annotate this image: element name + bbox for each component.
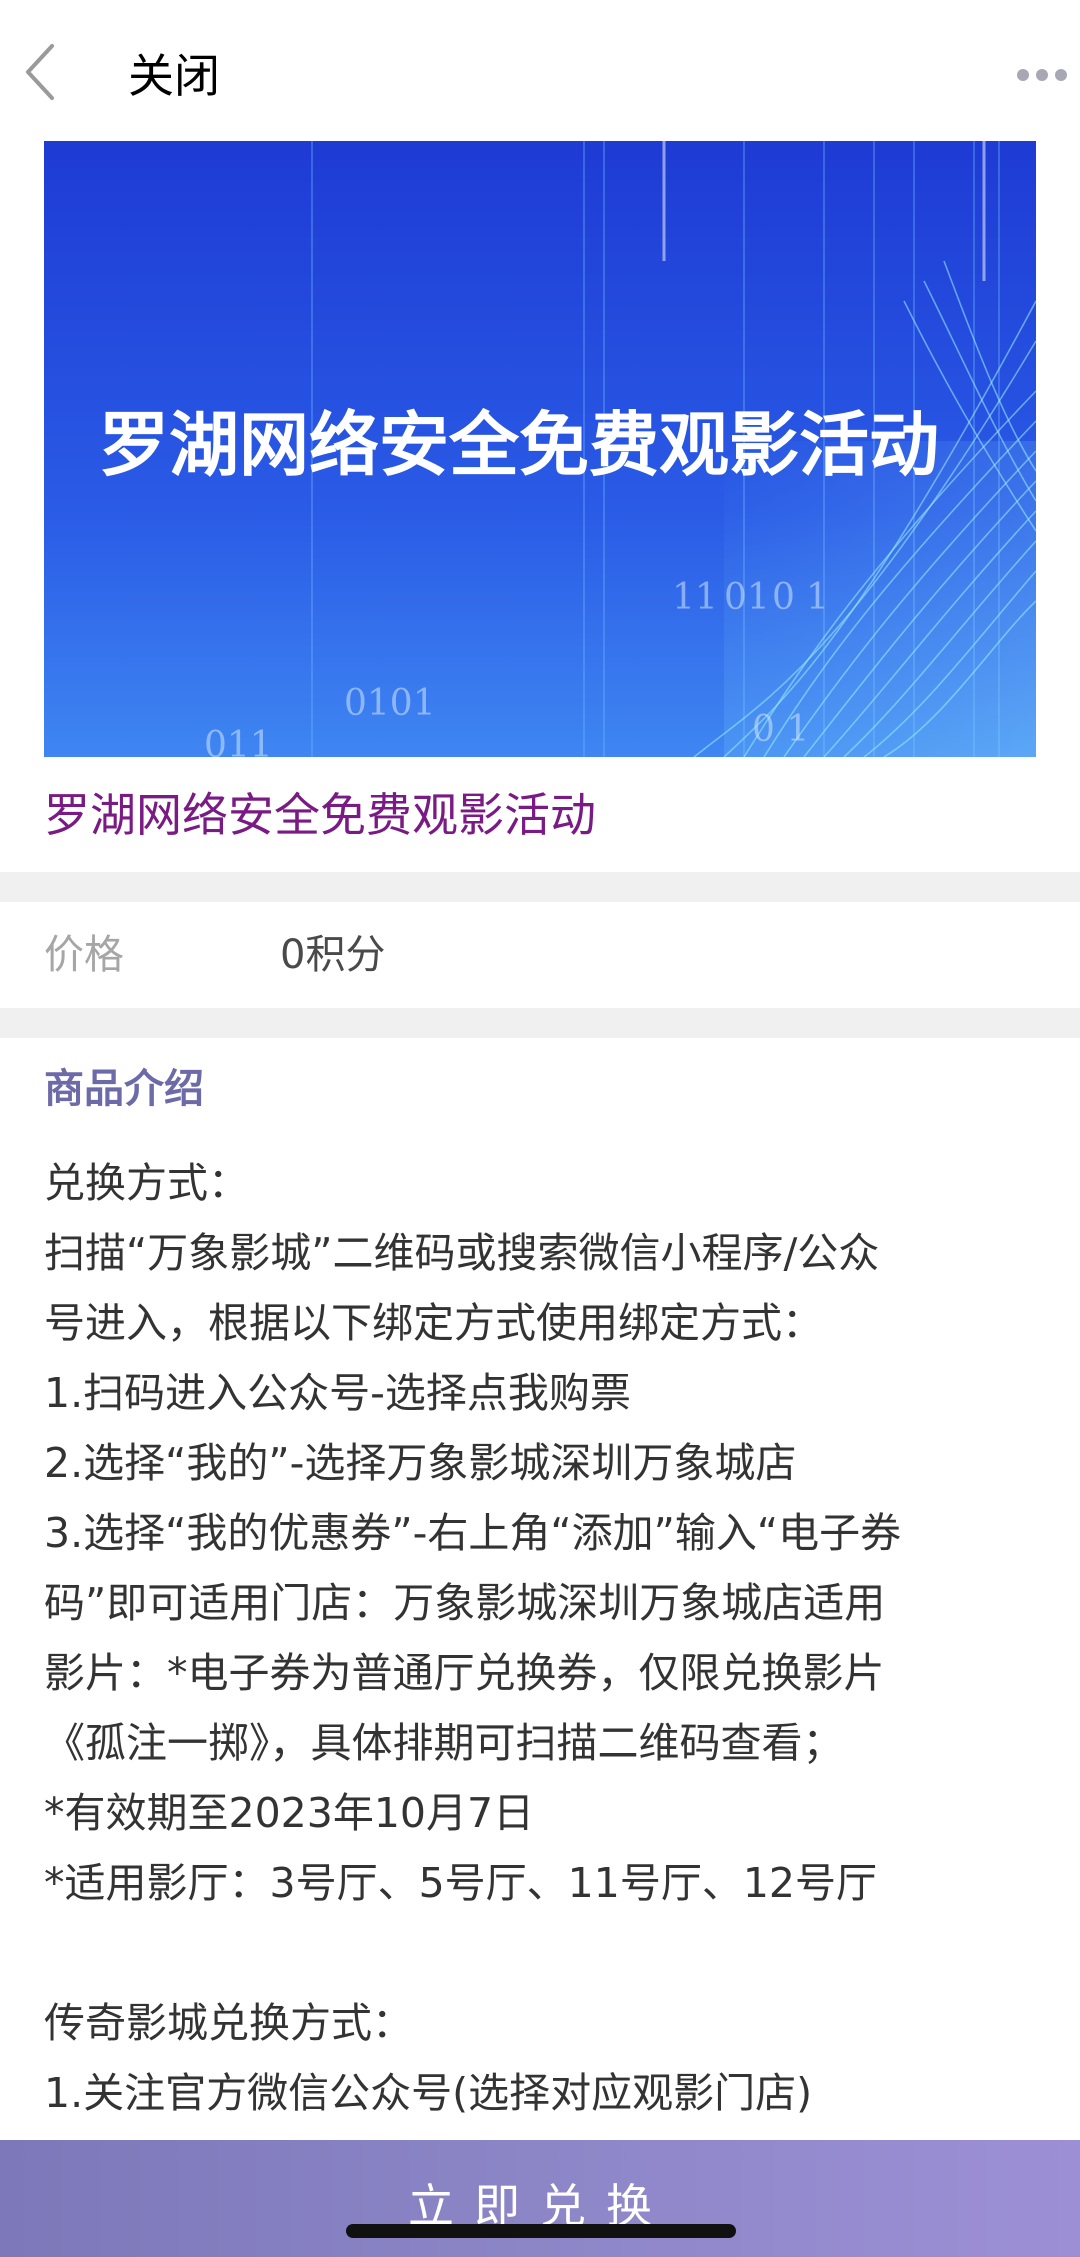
description-line: 2.选择“我的”-选择万象影城深圳万象城店: [44, 1439, 797, 1487]
home-indicator: [346, 2224, 736, 2238]
description-line: *有效期至2023年10月7日: [44, 1789, 535, 1837]
price-value: 0积分: [280, 932, 386, 978]
description-line: *适用影厅：3号厅、5号厅、11号厅、12号厅: [44, 1859, 878, 1907]
banner-decor-text: 1: [806, 577, 829, 618]
banner-headline: 罗湖网络安全免费观影活动: [99, 404, 939, 486]
banner-image: 11 01 0 1 0101 011 0 1 罗湖网络安全免费观影活动: [44, 141, 1036, 757]
description-line: 兑换方式：: [44, 1159, 249, 1207]
product-detail-page: 关闭 11 01 0 1 0101 011 0 1 罗湖网络安全免费观影活动 罗…: [0, 0, 1080, 2257]
section-divider: [0, 1008, 1080, 1038]
banner-decor-text: 011: [204, 725, 273, 757]
description-line: 影片：*电子券为普通厅兑换券，仅限兑换影片: [44, 1649, 885, 1697]
description-line: 3.选择“我的优惠券”-右上角“添加”输入“电子券: [44, 1509, 902, 1557]
description-line: 1.扫码进入公众号-选择点我购票: [44, 1369, 631, 1417]
description-line: 《孤注一掷》，具体排期可扫描二维码查看；: [44, 1719, 844, 1767]
product-description: 兑换方式： 扫描“万象影城”二维码或搜索微信小程序/公众 号进入，根据以下绑定方…: [44, 1148, 1044, 2128]
top-navbar: 关闭: [0, 0, 1080, 140]
description-line: 扫描“万象影城”二维码或搜索微信小程序/公众: [44, 1229, 880, 1277]
description-line: 号进入，根据以下绑定方式使用绑定方式：: [44, 1299, 823, 1347]
description-line: 传奇影城兑换方式：: [44, 1999, 413, 2047]
banner-decor-text: 0 1: [752, 709, 809, 750]
banner-decor-text: 0101: [344, 683, 436, 724]
description-line: 码”即可适用门店：万象影城深圳万象城店适用: [44, 1579, 886, 1627]
banner-decor-text: 11: [672, 577, 718, 618]
redeem-now-button[interactable]: 立即兑换: [0, 2140, 1080, 2257]
chevron-left-icon[interactable]: [10, 36, 70, 108]
more-horizontal-icon[interactable]: [1012, 50, 1072, 100]
banner-decor-text: 0: [772, 577, 795, 618]
description-line: 1.关注官方微信公众号(选择对应观影门店): [44, 2069, 813, 2117]
banner-decor-text: 01: [724, 577, 770, 618]
product-title: 罗湖网络安全免费观影活动: [44, 788, 596, 842]
description-line: [44, 1918, 1044, 1988]
price-label: 价格: [44, 932, 124, 978]
intro-section-title: 商品介绍: [44, 1066, 204, 1112]
promo-banner: 11 01 0 1 0101 011 0 1 罗湖网络安全免费观影活动: [44, 141, 1036, 757]
close-button[interactable]: 关闭: [128, 40, 220, 112]
section-divider: [0, 872, 1080, 902]
